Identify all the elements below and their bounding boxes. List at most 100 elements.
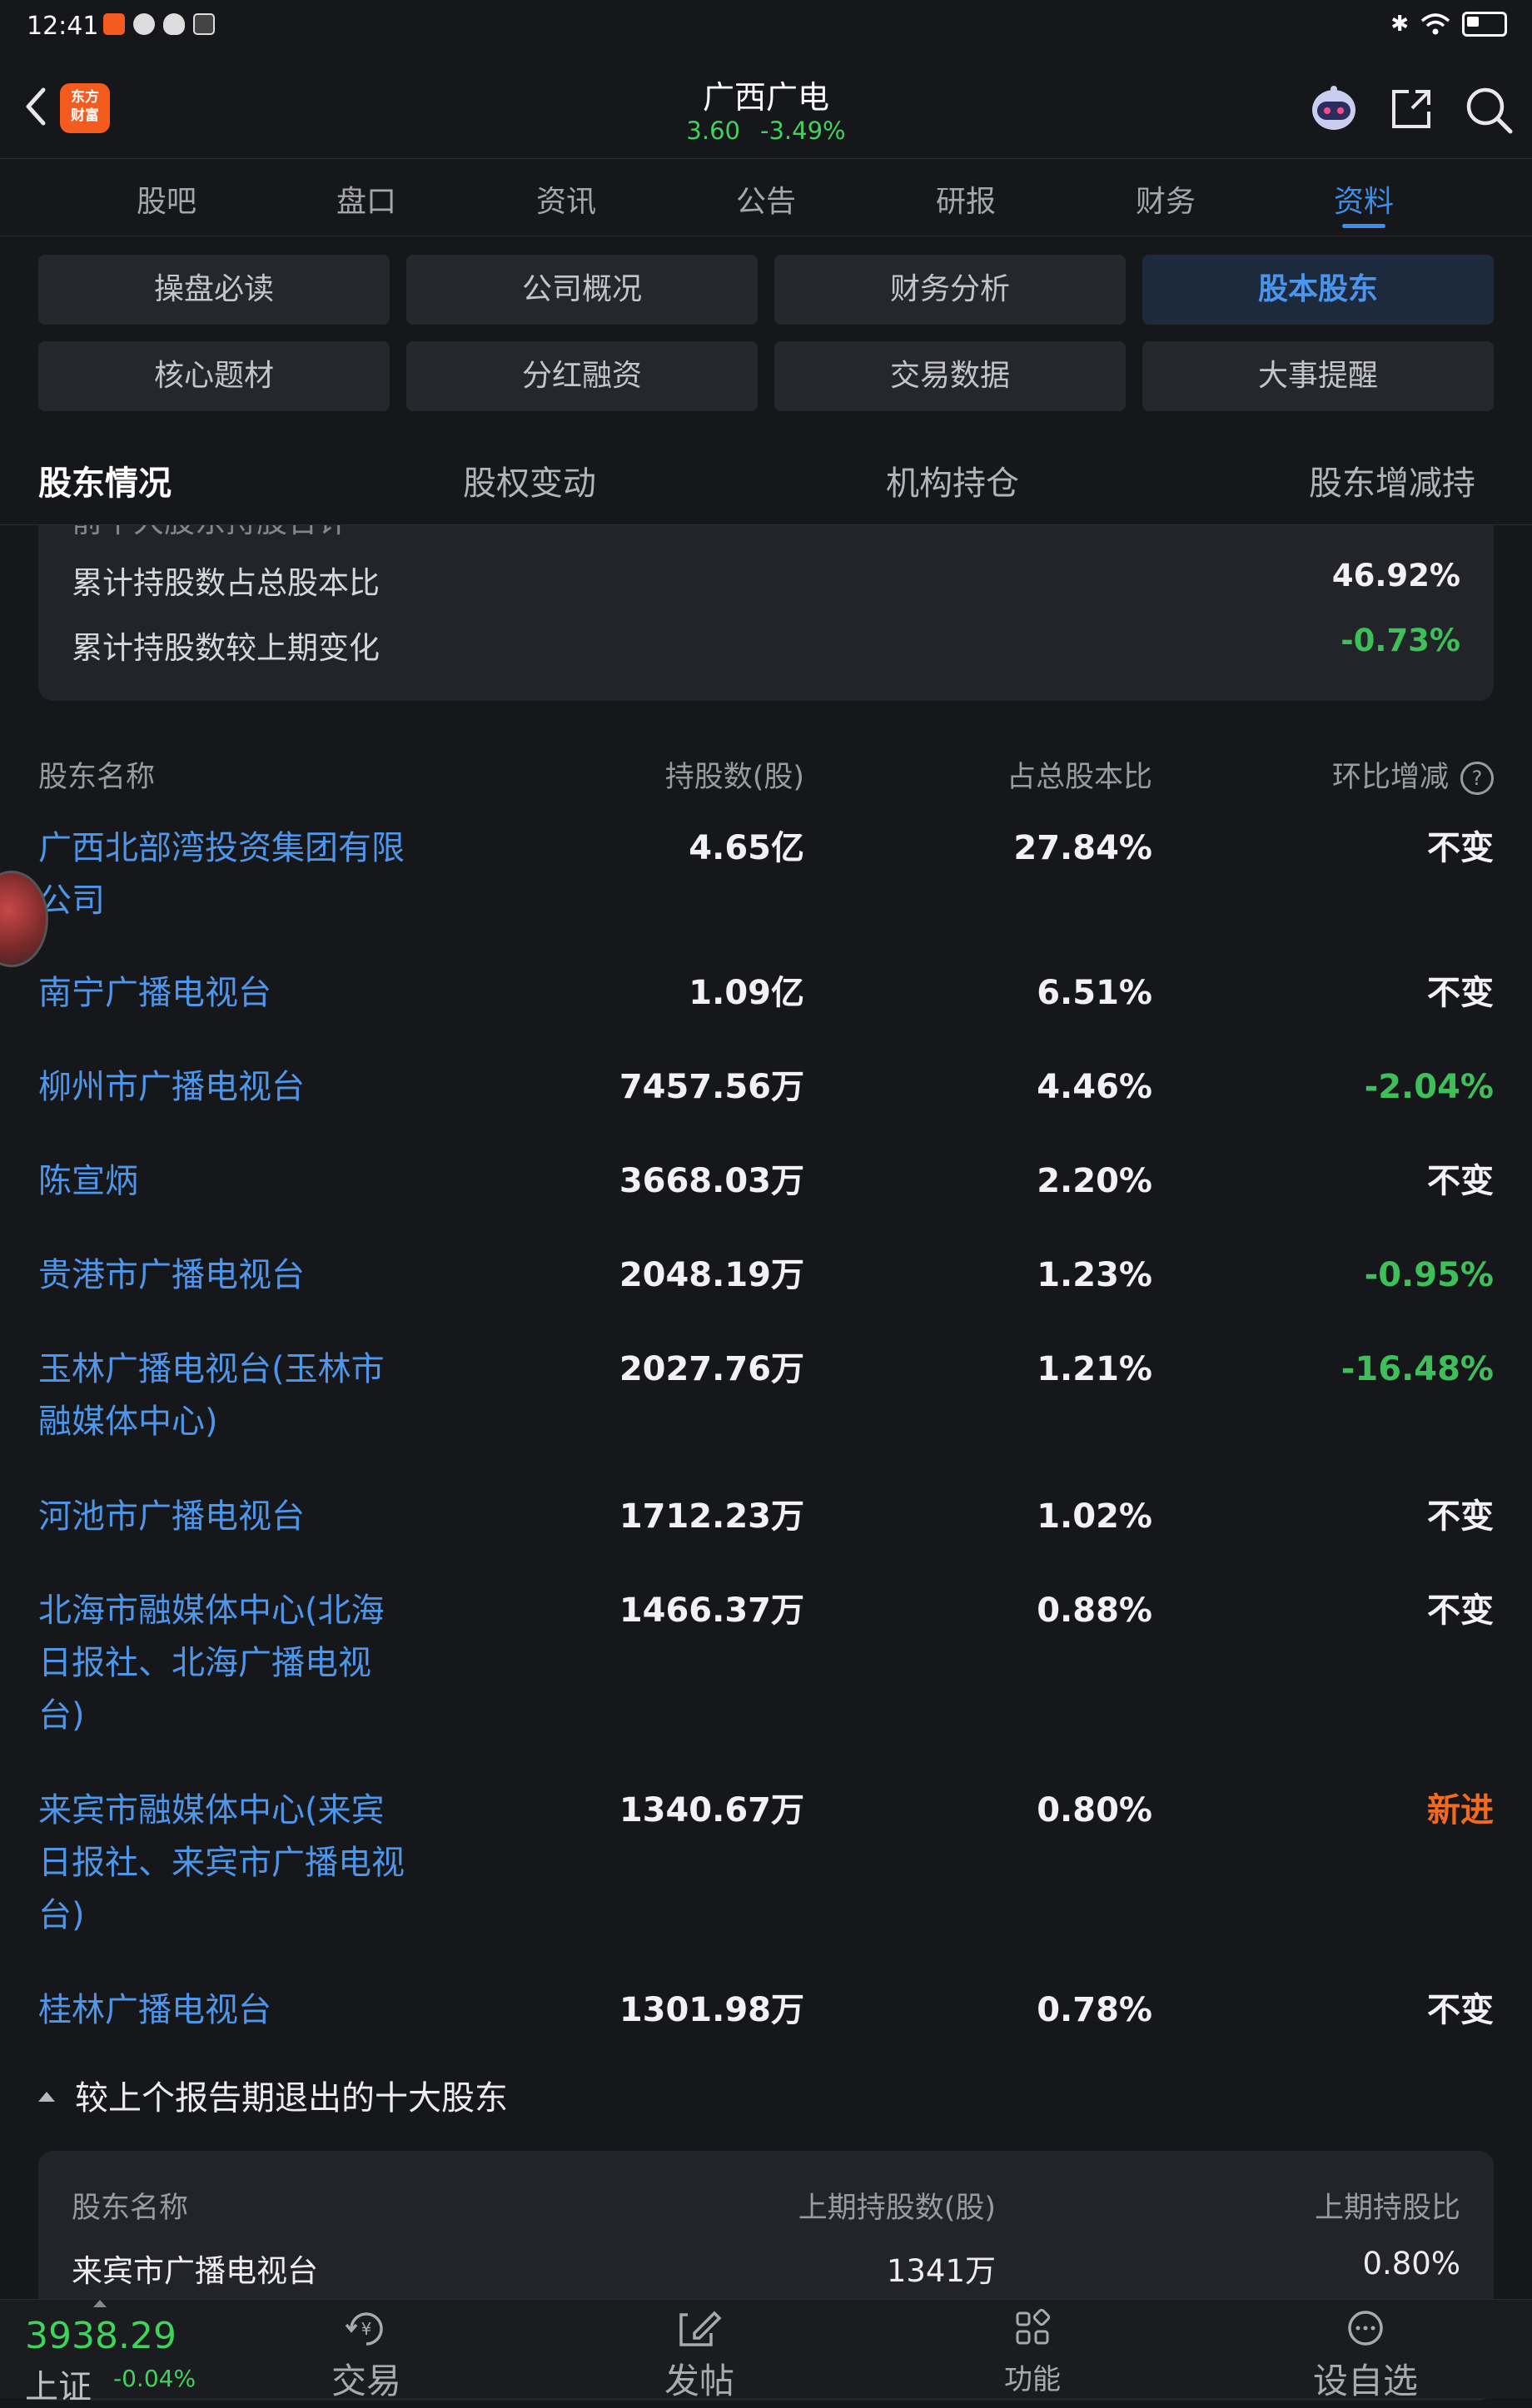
holder-shares: 3668.03万 [619, 1162, 804, 1200]
bottom-tab-trade[interactable]: ¥ 交易 [291, 2308, 441, 2404]
trade-icon: ¥ [345, 2312, 383, 2346]
exited-holder-prev-shares: 1341万 [886, 2253, 996, 2289]
bluetooth-icon: ✱ [1390, 12, 1409, 37]
shield-notification-icon [163, 13, 185, 35]
holder-name-link[interactable]: 玉林广播电视台(玉林市融媒体中心) [38, 1343, 405, 1448]
column-header-ratio: 占总股本比 [1006, 761, 1152, 794]
sub-button-financial-analysis[interactable]: 财务分析 [774, 255, 1126, 325]
summary-row-ratio: 累计持股数占总股本比 46.92% [72, 558, 1460, 603]
holder-shares: 1301.98万 [619, 1991, 804, 2029]
holder-shares: 2027.76万 [619, 1350, 804, 1388]
holder-ratio: 1.02% [1037, 1497, 1152, 1536]
tab-announcements[interactable]: 公告 [699, 177, 833, 221]
holder-change: 不变 [1427, 829, 1494, 867]
tab-guba[interactable]: 股吧 [100, 177, 233, 221]
column-header-change: 环比增减? [1332, 753, 1494, 796]
holder-change: 新进 [1427, 1791, 1494, 1830]
holder-change: -0.95% [1364, 1256, 1494, 1294]
sub-button-trading-data[interactable]: 交易数据 [774, 341, 1126, 411]
sub-button-major-events[interactable]: 大事提醒 [1142, 341, 1494, 411]
holder-shares: 4.65亿 [689, 829, 804, 867]
tab-equity-changes[interactable]: 股权变动 [463, 456, 596, 504]
exited-header-prev-ratio: 上期持股比 [1314, 2192, 1460, 2225]
search-icon[interactable] [1464, 85, 1514, 135]
holder-name-link[interactable]: 贵港市广播电视台 [38, 1249, 405, 1302]
help-icon[interactable]: ? [1460, 762, 1494, 795]
sub-button-dividends-financing[interactable]: 分红融资 [406, 341, 758, 411]
holder-name-link[interactable]: 北海市融媒体中心(北海日报社、北海广播电视台) [38, 1585, 405, 1742]
ai-assistant-robot-icon[interactable] [1307, 82, 1360, 135]
holder-ratio: 0.80% [1037, 1791, 1152, 1830]
holder-ratio: 1.23% [1037, 1256, 1152, 1294]
tab-pankou[interactable]: 盘口 [300, 177, 433, 221]
holder-shares: 1.09亿 [689, 974, 804, 1012]
stock-header: 东方 财富 广西广电 3.60 -3.49% [0, 60, 1532, 158]
summary-value: -0.73% [1340, 623, 1460, 658]
soul-notification-icon [193, 13, 215, 35]
holder-ratio: 1.21% [1037, 1350, 1152, 1388]
edit-icon [679, 2311, 722, 2346]
collapse-triangle-icon [38, 2092, 55, 2102]
holder-shares: 1340.67万 [619, 1791, 804, 1830]
sub-button-trading-guide[interactable]: 操盘必读 [38, 255, 390, 325]
bottom-tab-label: 发帖 [664, 2361, 734, 2401]
tab-profile[interactable]: 资料 [1297, 177, 1430, 228]
column-header-shares: 持股数(股) [664, 761, 804, 794]
sub-button-equity-shareholders[interactable]: 股本股东 [1142, 255, 1494, 325]
holder-change: 不变 [1427, 1497, 1494, 1536]
holder-change: 不变 [1427, 1991, 1494, 2029]
column-header-change-label: 环比增减 [1331, 761, 1449, 794]
sub-button-core-themes[interactable]: 核心题材 [38, 341, 390, 411]
more-dots-icon [1348, 2311, 1383, 2346]
bottom-tab-label: 设自选 [1312, 2361, 1418, 2401]
exited-holder-prev-ratio: 0.80% [1362, 2246, 1460, 2281]
tab-research[interactable]: 研报 [899, 177, 1032, 221]
stock-price: 3.60 [686, 117, 740, 145]
svg-text:¥: ¥ [361, 2319, 372, 2339]
holder-shares: 7457.56万 [619, 1068, 804, 1106]
status-bar: 12:41 ✱ [0, 0, 1532, 60]
bottom-tab-post[interactable]: 发帖 [624, 2308, 774, 2404]
system-icons: ✱ [1390, 12, 1507, 37]
index-value[interactable]: 3938.29 [25, 2315, 177, 2357]
holder-name-link[interactable]: 河池市广播电视台 [38, 1491, 405, 1543]
holder-ratio: 2.20% [1037, 1162, 1152, 1200]
grid-apps-icon [1016, 2308, 1051, 2345]
holder-ratio: 4.46% [1037, 1068, 1152, 1106]
exited-holders-toggle[interactable]: 较上个报告期退出的十大股东 [38, 2071, 508, 2119]
sub-button-company-overview[interactable]: 公司概况 [406, 255, 758, 325]
holder-change: -16.48% [1340, 1350, 1494, 1388]
tab-news[interactable]: 资讯 [500, 177, 633, 221]
tab-shareholder-increase-decrease[interactable]: 股东增减持 [1309, 456, 1475, 504]
tab-institutional-holdings[interactable]: 机构持仓 [886, 456, 1019, 504]
battery-icon [1462, 12, 1507, 37]
exited-header-prev-shares: 上期持股数(股) [798, 2192, 996, 2225]
wifi-icon [1420, 13, 1450, 35]
holder-ratio: 6.51% [1037, 974, 1152, 1012]
summary-label: 累计持股数占总股本比 [72, 565, 380, 601]
share-icon[interactable] [1387, 85, 1435, 133]
shareholder-section-tabs: 股东情况 股权变动 机构持仓 股东增减持 [0, 433, 1532, 525]
holder-name-link[interactable]: 桂林广播电视台 [38, 1984, 405, 2037]
holders-table-header: 股东名称 持股数(股) 占总股本比 环比增减? [38, 753, 1494, 800]
holder-change: -2.04% [1364, 1068, 1494, 1106]
bottom-tab-functions[interactable]: 功能 [958, 2308, 1107, 2397]
holder-change: 不变 [1427, 1162, 1494, 1200]
index-name[interactable]: 上证 [25, 2360, 92, 2408]
column-header-name: 股东名称 [38, 761, 156, 794]
holder-shares: 2048.19万 [619, 1256, 804, 1294]
stock-change-percent: -3.49% [759, 117, 846, 145]
holder-name-link[interactable]: 陈宣炳 [38, 1155, 405, 1208]
holder-name-link[interactable]: 南宁广播电视台 [38, 967, 405, 1020]
stock-quote: 3.60 -3.49% [0, 117, 1532, 145]
main-tab-bar: 股吧 盘口 资讯 公告 研报 财务 资料 [0, 158, 1532, 236]
tab-finance[interactable]: 财务 [1099, 177, 1232, 221]
shareholder-summary-card: 前十大股东持股合计 累计持股数占总股本比 46.92% 累计持股数较上期变化 -… [38, 516, 1494, 701]
bottom-tab-label: 交易 [331, 2361, 401, 2401]
tab-shareholder-status[interactable]: 股东情况 [38, 456, 172, 504]
bottom-tab-add-watchlist[interactable]: 设自选 [1291, 2308, 1440, 2404]
holder-name-link[interactable]: 广西北部湾投资集团有限公司 [38, 822, 405, 927]
expand-caret-icon[interactable] [93, 2300, 107, 2307]
holder-name-link[interactable]: 来宾市融媒体中心(来宾日报社、来宾市广播电视台) [38, 1785, 405, 1942]
holder-name-link[interactable]: 柳州市广播电视台 [38, 1061, 405, 1114]
